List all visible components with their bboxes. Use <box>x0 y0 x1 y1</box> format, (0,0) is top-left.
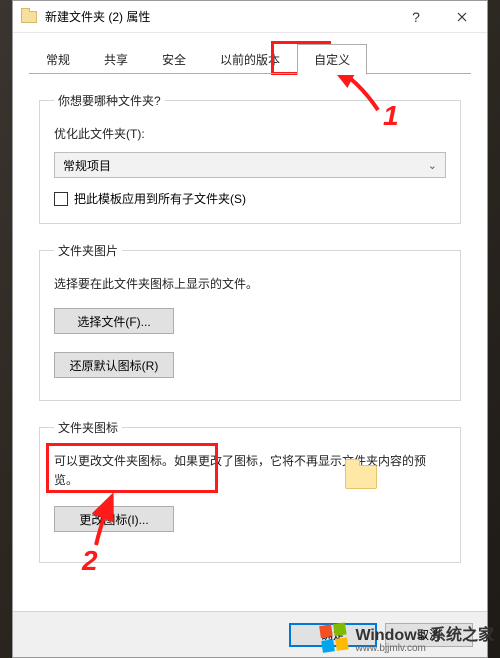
tab-label: 自定义 <box>314 53 350 67</box>
choose-file-button[interactable]: 选择文件(F)... <box>54 308 174 334</box>
tab-label: 常规 <box>46 53 70 67</box>
checkbox-box <box>54 192 68 206</box>
change-icon-button[interactable]: 更改图标(I)... <box>54 506 174 532</box>
tab-general[interactable]: 常规 <box>29 44 87 75</box>
apply-subfolders-checkbox[interactable]: 把此模板应用到所有子文件夹(S) <box>54 190 446 207</box>
optimize-select[interactable]: 常规项目 ⌄ <box>54 152 446 178</box>
chevron-down-icon: ⌄ <box>428 159 437 172</box>
group-folder-picture: 文件夹图片 选择要在此文件夹图标上显示的文件。 选择文件(F)... 还原默认图… <box>39 242 461 401</box>
watermark-title: Windows 系统之家 <box>355 621 494 645</box>
help-button[interactable]: ? <box>393 2 439 32</box>
group-legend: 文件夹图片 <box>54 242 122 259</box>
button-label: 还原默认图标(R) <box>70 357 159 374</box>
group-legend: 文件夹图标 <box>54 419 122 436</box>
tabstrip: 常规 共享 安全 以前的版本 自定义 <box>13 33 487 74</box>
close-button[interactable] <box>439 2 485 32</box>
window-title: 新建文件夹 (2) 属性 <box>45 8 393 25</box>
select-value: 常规项目 <box>63 157 111 174</box>
tab-sharing[interactable]: 共享 <box>87 44 145 75</box>
properties-dialog: 新建文件夹 (2) 属性 ? 常规 共享 安全 以前的版本 自定义 你想要哪种文… <box>12 0 488 658</box>
folder-picture-desc: 选择要在此文件夹图标上显示的文件。 <box>54 275 446 292</box>
close-icon <box>457 12 467 22</box>
folder-icon <box>21 11 37 23</box>
button-label: 更改图标(I)... <box>79 511 148 528</box>
checkbox-label: 把此模板应用到所有子文件夹(S) <box>74 190 246 207</box>
optimize-label: 优化此文件夹(T): <box>54 125 446 142</box>
titlebar: 新建文件夹 (2) 属性 ? <box>13 1 487 33</box>
tab-security[interactable]: 安全 <box>145 44 203 75</box>
folder-icon-preview <box>345 465 377 489</box>
tab-previous-versions[interactable]: 以前的版本 <box>203 44 297 75</box>
tab-body-customize: 你想要哪种文件夹? 优化此文件夹(T): 常规项目 ⌄ 把此模板应用到所有子文件… <box>13 74 487 589</box>
window-controls: ? <box>393 2 485 32</box>
folder-icon-desc: 可以更改文件夹图标。如果更改了图标，它将不再显示文件夹内容的预览。 <box>54 452 446 490</box>
tab-underline <box>29 73 471 74</box>
watermark: Windows 系统之家 www.bjjmlv.com <box>321 621 494 654</box>
tab-customize[interactable]: 自定义 <box>297 44 367 75</box>
tab-label: 安全 <box>162 53 186 67</box>
tab-label: 以前的版本 <box>220 53 280 67</box>
group-legend: 你想要哪种文件夹? <box>54 92 165 109</box>
restore-default-button[interactable]: 还原默认图标(R) <box>54 352 174 378</box>
windows-logo-icon <box>320 622 352 654</box>
group-folder-icon: 文件夹图标 可以更改文件夹图标。如果更改了图标，它将不再显示文件夹内容的预览。 … <box>39 419 461 563</box>
group-folder-type: 你想要哪种文件夹? 优化此文件夹(T): 常规项目 ⌄ 把此模板应用到所有子文件… <box>39 92 461 224</box>
button-label: 选择文件(F)... <box>77 313 150 330</box>
tab-label: 共享 <box>104 53 128 67</box>
